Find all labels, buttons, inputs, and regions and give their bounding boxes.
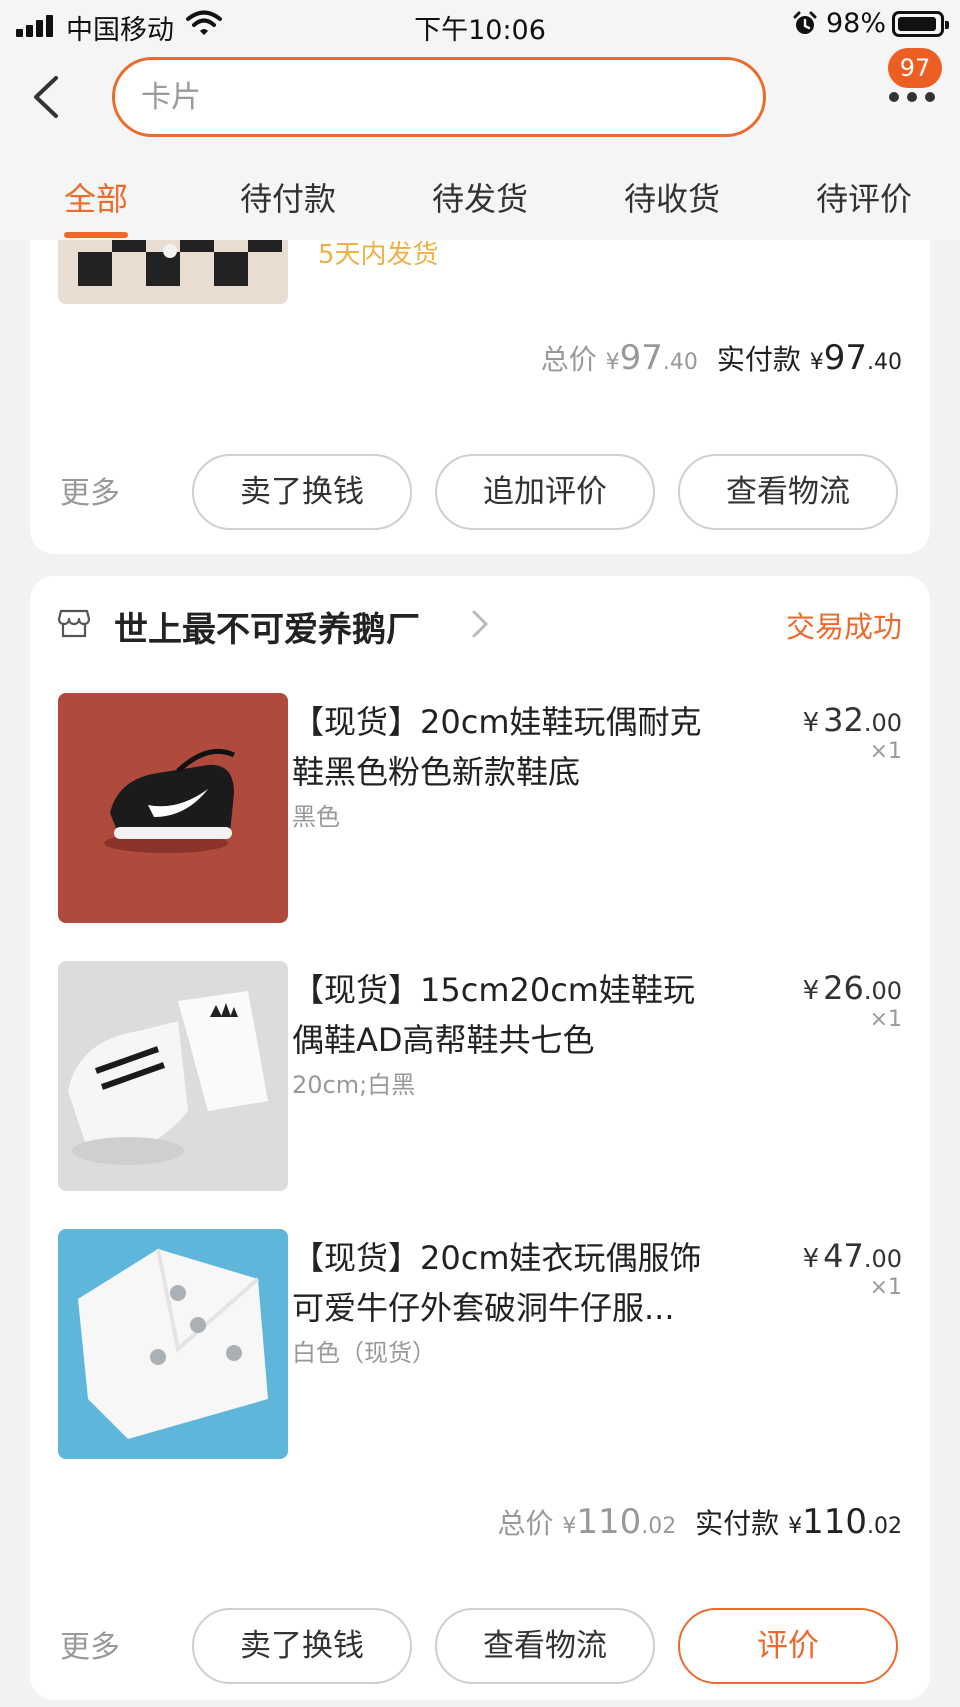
product-thumbnail-black-sneaker[interactable] bbox=[58, 693, 288, 923]
sell-for-cash-button[interactable]: 卖了换钱 bbox=[192, 454, 412, 530]
page-header: 中国移动 下午10:06 98% 97 bbox=[0, 0, 960, 240]
item-title[interactable]: 【现货】20cm娃鞋玩偶耐克鞋黑色粉色新款鞋底 bbox=[292, 697, 722, 797]
order-item[interactable]: 【现货】20cm娃衣玩偶服饰可爱牛仔外套破洞牛仔服... 白色（现货） ¥47.… bbox=[30, 1229, 930, 1461]
order-item[interactable]: 【现货】20cm娃鞋玩偶耐克鞋黑色粉色新款鞋底 黑色 ¥32.00 ×1 bbox=[30, 693, 930, 925]
paid-amount: 110 bbox=[802, 1502, 867, 1542]
shop-header[interactable]: 世上最不可爱养鹅厂 交易成功 bbox=[30, 596, 930, 656]
active-tab-indicator bbox=[64, 232, 128, 238]
tab-pending-payment[interactable]: 待付款 bbox=[240, 174, 336, 220]
paid-label: 实付款 bbox=[695, 1507, 780, 1540]
order-1-price-summary: 总价 ¥97.40 实付款 ¥97.40 bbox=[540, 338, 902, 378]
message-count-badge: 97 bbox=[888, 48, 942, 88]
paid-amount: 97 bbox=[823, 338, 867, 378]
order-2-price-summary: 总价 ¥110.02 实付款 ¥110.02 bbox=[497, 1502, 902, 1542]
order-tabs: 全部 待付款 待发货 待收货 待评价 bbox=[0, 160, 960, 240]
view-logistics-button[interactable]: 查看物流 bbox=[678, 454, 898, 530]
back-arrow-icon[interactable] bbox=[26, 72, 66, 122]
battery-icon bbox=[892, 11, 949, 37]
order-card-1: 5天内发货 总价 ¥97.40 实付款 ¥97.40 更多 卖了换钱 追加评价 … bbox=[30, 190, 930, 554]
tab-pending-receipt[interactable]: 待收货 bbox=[624, 174, 720, 220]
item-title[interactable]: 【现货】20cm娃衣玩偶服饰可爱牛仔外套破洞牛仔服... bbox=[292, 1233, 722, 1333]
view-logistics-button[interactable]: 查看物流 bbox=[435, 1608, 655, 1684]
tab-pending-shipment[interactable]: 待发货 bbox=[432, 174, 528, 220]
alarm-icon bbox=[793, 11, 817, 34]
total-price-label: 总价 bbox=[497, 1507, 554, 1540]
total-price: 110 bbox=[576, 1502, 642, 1542]
item-sku: 白色（现货） bbox=[292, 1339, 436, 1367]
status-bar: 中国移动 下午10:06 98% bbox=[0, 0, 960, 50]
chevron-right-icon bbox=[472, 610, 489, 638]
item-price: ¥32.00 bbox=[802, 701, 902, 739]
battery-percentage: 98% bbox=[826, 8, 887, 39]
item-price: ¥26.00 bbox=[802, 969, 902, 1007]
item-price: ¥47.00 bbox=[802, 1237, 902, 1275]
item-quantity: ×1 bbox=[869, 1007, 902, 1032]
product-thumbnail-white-high-top[interactable] bbox=[58, 961, 288, 1191]
more-dots-icon[interactable] bbox=[889, 92, 935, 102]
search-box[interactable] bbox=[112, 57, 766, 137]
search-input[interactable] bbox=[141, 74, 701, 120]
order-1-actions: 更多 卖了换钱 追加评价 查看物流 bbox=[30, 430, 930, 550]
total-price-label: 总价 bbox=[540, 343, 597, 376]
item-title[interactable]: 【现货】15cm20cm娃鞋玩偶鞋AD高帮鞋共七色 bbox=[292, 965, 722, 1065]
item-quantity: ×1 bbox=[869, 1275, 902, 1300]
order-status: 交易成功 bbox=[785, 610, 902, 644]
more-link[interactable]: 更多 bbox=[60, 1622, 120, 1666]
order-2-actions: 更多 卖了换钱 查看物流 评价 bbox=[30, 1584, 930, 1700]
order-item[interactable]: 【现货】15cm20cm娃鞋玩偶鞋AD高帮鞋共七色 20cm;白黑 ¥26.00… bbox=[30, 961, 930, 1193]
shop-name[interactable]: 世上最不可爱养鹅厂 bbox=[114, 602, 420, 651]
sell-for-cash-button[interactable]: 卖了换钱 bbox=[192, 1608, 412, 1684]
tab-all[interactable]: 全部 bbox=[64, 174, 128, 220]
more-link[interactable]: 更多 bbox=[60, 468, 120, 512]
item-quantity: ×1 bbox=[869, 739, 902, 764]
more-menu-button[interactable]: 97 bbox=[880, 44, 944, 114]
tab-pending-review[interactable]: 待评价 bbox=[816, 174, 912, 220]
review-button[interactable]: 评价 bbox=[678, 1608, 898, 1684]
paid-label: 实付款 bbox=[716, 343, 801, 376]
order-card-2: 世上最不可爱养鹅厂 交易成功 【现货】20cm娃鞋玩偶耐克鞋黑色粉色新款鞋底 黑… bbox=[30, 576, 930, 1700]
product-thumbnail-white-jacket[interactable] bbox=[58, 1229, 288, 1459]
item-sku: 20cm;白黑 bbox=[292, 1071, 416, 1099]
total-price: 97 bbox=[619, 338, 663, 378]
shop-icon bbox=[58, 609, 90, 638]
order-list-page: 5天内发货 总价 ¥97.40 实付款 ¥97.40 更多 卖了换钱 追加评价 … bbox=[0, 0, 960, 1707]
add-review-button[interactable]: 追加评价 bbox=[435, 454, 655, 530]
item-sku: 黑色 bbox=[292, 803, 340, 831]
